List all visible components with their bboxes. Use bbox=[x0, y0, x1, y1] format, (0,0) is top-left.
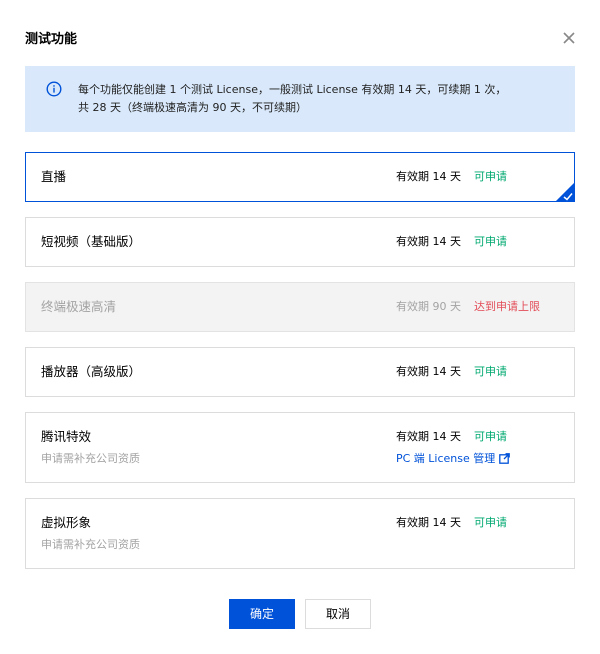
feature-card-live[interactable]: 直播 有效期 14 天 可申请 bbox=[25, 152, 575, 202]
status-text: 可申请 bbox=[474, 365, 507, 378]
feature-subtitle: 申请需补充公司资质 bbox=[41, 452, 140, 465]
pc-license-link[interactable]: PC 端 License 管理 bbox=[396, 451, 511, 469]
feature-name: 终端极速高清 bbox=[41, 299, 117, 314]
cancel-button[interactable]: 取消 bbox=[305, 599, 371, 629]
status-text: 达到申请上限 bbox=[474, 300, 540, 313]
notice-text: 每个功能仅能创建 1 个测试 License，一般测试 License 有效期 … bbox=[78, 81, 548, 117]
feature-card-hd: 终端极速高清 有效期 90 天 达到申请上限 bbox=[25, 282, 575, 332]
feature-name: 播放器（高级版） bbox=[41, 364, 142, 379]
feature-name: 虚拟形象 bbox=[41, 515, 92, 530]
test-feature-dialog: 测试功能 每个功能仅能创建 1 个测试 License，一般测试 License… bbox=[0, 0, 600, 654]
validity-text: 有效期 14 天 bbox=[396, 235, 461, 248]
feature-card-player[interactable]: 播放器（高级版） 有效期 14 天 可申请 bbox=[25, 347, 575, 397]
feature-name: 直播 bbox=[41, 169, 67, 184]
status-text: 可申请 bbox=[474, 430, 507, 443]
close-icon[interactable] bbox=[560, 29, 578, 47]
status-text: 可申请 bbox=[474, 170, 507, 183]
feature-name: 腾讯特效 bbox=[41, 429, 92, 444]
feature-name: 短视频（基础版） bbox=[41, 234, 142, 249]
feature-card-avatar[interactable]: 虚拟形象 申请需补充公司资质 有效期 14 天 可申请 bbox=[25, 498, 575, 569]
external-link-icon bbox=[499, 453, 511, 469]
validity-text: 有效期 14 天 bbox=[396, 516, 461, 529]
validity-text: 有效期 14 天 bbox=[396, 430, 461, 443]
feature-subtitle: 申请需补充公司资质 bbox=[41, 538, 140, 551]
selected-check-icon bbox=[555, 182, 575, 202]
notice-line-1: 每个功能仅能创建 1 个测试 License，一般测试 License 有效期 … bbox=[78, 83, 507, 96]
validity-text: 有效期 14 天 bbox=[396, 170, 461, 183]
validity-text: 有效期 90 天 bbox=[396, 300, 461, 313]
pc-license-link-label: PC 端 License 管理 bbox=[396, 452, 496, 465]
feature-card-short-video[interactable]: 短视频（基础版） 有效期 14 天 可申请 bbox=[25, 217, 575, 267]
dialog-title: 测试功能 bbox=[25, 32, 78, 47]
status-text: 可申请 bbox=[474, 516, 507, 529]
feature-card-effects[interactable]: 腾讯特效 申请需补充公司资质 有效期 14 天 可申请 PC 端 License… bbox=[25, 412, 575, 483]
status-text: 可申请 bbox=[474, 235, 507, 248]
validity-text: 有效期 14 天 bbox=[396, 365, 461, 378]
notice-banner: 每个功能仅能创建 1 个测试 License，一般测试 License 有效期 … bbox=[25, 66, 575, 132]
notice-line-2: 共 28 天（终端极速高清为 90 天，不可续期） bbox=[78, 101, 307, 114]
confirm-button[interactable]: 确定 bbox=[229, 599, 295, 629]
info-circle-icon bbox=[46, 81, 62, 97]
